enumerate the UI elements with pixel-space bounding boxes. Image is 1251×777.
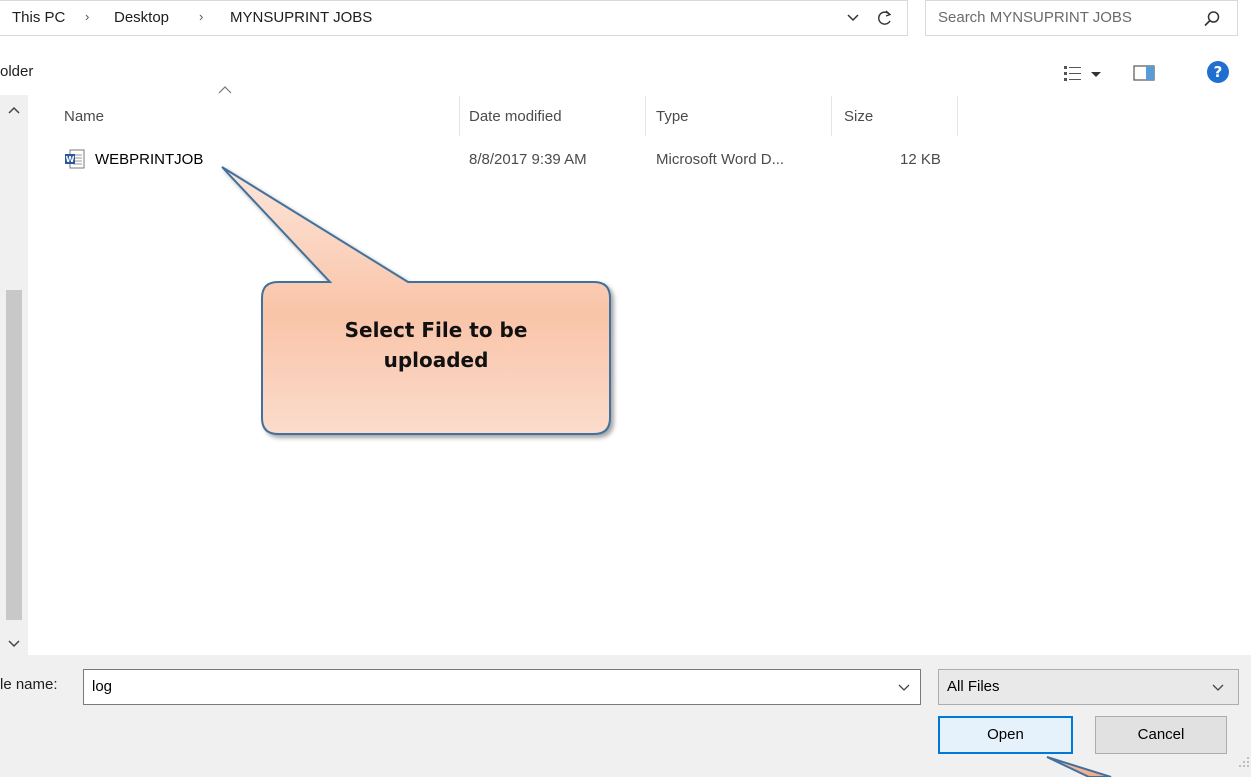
breadcrumb-desktop[interactable]: Desktop	[114, 9, 169, 26]
chevron-down-icon[interactable]	[845, 10, 861, 26]
address-bar[interactable]: This PC › Desktop › MYNSUPRINT JOBS	[0, 0, 908, 36]
scrollbar-thumb[interactable]	[6, 290, 22, 620]
callout-line-1: Select File to be	[344, 318, 528, 342]
new-folder-button[interactable]: older	[0, 63, 33, 80]
search-icon[interactable]	[1203, 10, 1221, 28]
file-type-filter-select[interactable]: All Files	[938, 669, 1239, 705]
scroll-up-icon[interactable]	[6, 103, 22, 119]
view-options-icon[interactable]	[1063, 64, 1103, 84]
column-header-date-modified[interactable]: Date modified	[469, 108, 562, 125]
file-name[interactable]: WEBPRINTJOB	[95, 151, 203, 168]
column-divider[interactable]	[957, 96, 958, 136]
search-placeholder: Search MYNSUPRINT JOBS	[938, 9, 1132, 26]
nav-pane-scrollbar[interactable]	[0, 95, 28, 655]
help-icon[interactable]: ?	[1207, 61, 1229, 83]
open-button[interactable]: Open	[938, 716, 1073, 754]
file-size: 12 KB	[900, 151, 941, 168]
file-date-modified: 8/8/2017 9:39 AM	[469, 151, 587, 168]
chevron-right-icon: ›	[85, 9, 90, 24]
chevron-right-icon: ›	[199, 9, 204, 24]
column-header-size[interactable]: Size	[844, 108, 873, 125]
callout-text: Select File to be uploaded	[262, 315, 610, 425]
column-divider[interactable]	[645, 96, 646, 136]
preview-pane-icon[interactable]	[1133, 64, 1155, 82]
chevron-down-icon[interactable]	[1211, 682, 1225, 694]
search-input[interactable]: Search MYNSUPRINT JOBS	[925, 0, 1238, 36]
chevron-down-icon[interactable]	[897, 682, 911, 694]
toolbar: older ?	[0, 52, 1251, 94]
column-divider[interactable]	[831, 96, 832, 136]
cancel-button[interactable]: Cancel	[1095, 716, 1227, 754]
column-divider[interactable]	[459, 96, 460, 136]
column-header-name[interactable]: Name	[64, 108, 104, 125]
scroll-down-icon[interactable]	[6, 635, 22, 651]
file-type-filter-value[interactable]: All Files	[947, 678, 1000, 695]
sort-ascending-icon	[218, 86, 232, 94]
breadcrumb-this-pc[interactable]: This PC	[12, 9, 65, 26]
resize-grip-icon[interactable]	[1238, 756, 1250, 768]
file-list-item[interactable]: W WEBPRINTJOB 8/8/2017 9:39 AM Microsoft…	[34, 145, 964, 175]
file-type: Microsoft Word D...	[656, 151, 785, 168]
breadcrumb-mynsuprint-jobs[interactable]: MYNSUPRINT JOBS	[230, 9, 372, 26]
svg-text:W: W	[66, 155, 75, 164]
column-header-type[interactable]: Type	[656, 108, 689, 125]
word-document-icon: W	[65, 149, 85, 169]
callout-line-2: uploaded	[383, 348, 489, 372]
filename-label: le name:	[0, 676, 58, 693]
refresh-icon[interactable]	[875, 8, 895, 28]
filename-field[interactable]: log	[83, 669, 921, 705]
filename-value[interactable]: log	[92, 678, 112, 695]
